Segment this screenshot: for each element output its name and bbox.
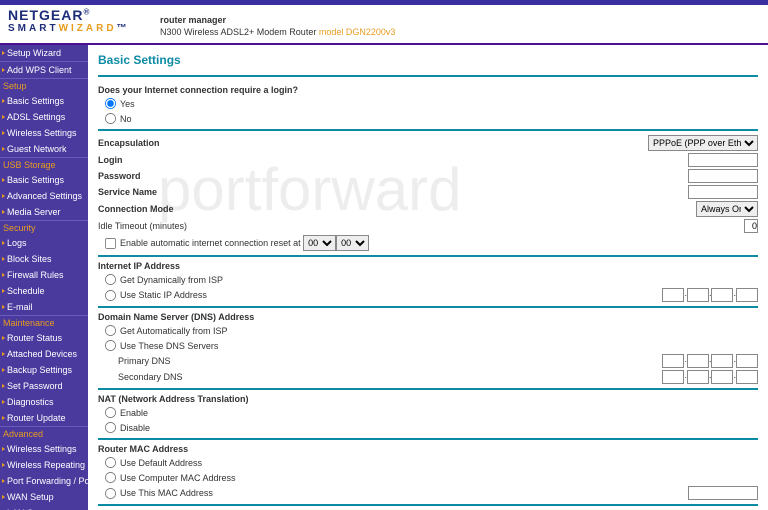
sidebar-item[interactable]: E-mail xyxy=(0,299,88,316)
login-question: Does your Internet connection require a … xyxy=(98,84,758,96)
sidebar-item[interactable]: Port Forwarding / Port Triggering xyxy=(0,473,88,489)
sidebar-item[interactable]: Backup Settings xyxy=(0,362,88,378)
dns-s-label: Secondary DNS xyxy=(118,372,662,382)
dnsp-c[interactable] xyxy=(711,354,733,368)
autoreset-label: Enable automatic internet connection res… xyxy=(120,238,301,248)
sidebar-item[interactable]: WAN Setup xyxy=(0,489,88,505)
login-label: Login xyxy=(98,155,688,165)
sidebar-item[interactable]: Wireless Settings xyxy=(0,441,88,457)
login-no-label: No xyxy=(120,114,132,124)
ip-d[interactable] xyxy=(736,288,758,302)
content: portforward Basic Settings Does your Int… xyxy=(88,45,768,510)
idle-label: Idle Timeout (minutes) xyxy=(98,221,744,231)
dns-p-label: Primary DNS xyxy=(118,356,662,366)
sidebar-category: Setup xyxy=(0,79,88,93)
login-no-radio[interactable] xyxy=(105,113,116,124)
connmode-select[interactable]: Always On xyxy=(696,201,758,217)
sidebar-item[interactable]: Schedule xyxy=(0,283,88,299)
sidebar-item[interactable]: Media Server xyxy=(0,204,88,221)
sidebar-item[interactable]: Attached Devices xyxy=(0,346,88,362)
dns-use-label: Use These DNS Servers xyxy=(120,341,218,351)
dnss-b[interactable] xyxy=(687,370,709,384)
sidebar: Setup WizardAdd WPS ClientSetupBasic Set… xyxy=(0,45,88,510)
dnsp-b[interactable] xyxy=(687,354,709,368)
ip-a[interactable] xyxy=(662,288,684,302)
dnss-c[interactable] xyxy=(711,370,733,384)
sidebar-category: Advanced xyxy=(0,427,88,441)
nat-disable-label: Disable xyxy=(120,423,150,433)
dns-use-radio[interactable] xyxy=(105,340,116,351)
sidebar-item[interactable]: Wireless Repeating Function xyxy=(0,457,88,473)
sidebar-category: Maintenance xyxy=(0,316,88,330)
sidebar-category: USB Storage xyxy=(0,158,88,172)
dns-auto-radio[interactable] xyxy=(105,325,116,336)
iip-static-label: Use Static IP Address xyxy=(120,290,662,300)
logo: NETGEAR® xyxy=(8,7,768,23)
header-title: router manager xyxy=(160,15,226,25)
sidebar-item[interactable]: Basic Settings xyxy=(0,93,88,109)
sidebar-item[interactable]: Add WPS Client xyxy=(0,62,88,79)
mac-this-label: Use This MAC Address xyxy=(120,488,688,498)
nat-header: NAT (Network Address Translation) xyxy=(98,393,758,405)
ip-b[interactable] xyxy=(687,288,709,302)
page-title: Basic Settings xyxy=(98,49,758,77)
sidebar-item[interactable]: Logs xyxy=(0,235,88,251)
sidebar-item[interactable]: Block Sites xyxy=(0,251,88,267)
encap-select[interactable]: PPPoE (PPP over Ethernet) xyxy=(648,135,758,151)
sidebar-item[interactable]: Firewall Rules xyxy=(0,267,88,283)
idle-input[interactable] xyxy=(744,219,758,233)
reset-h[interactable]: 00 xyxy=(303,235,336,251)
login-yes-label: Yes xyxy=(120,99,135,109)
dns-header: Domain Name Server (DNS) Address xyxy=(98,311,758,323)
nat-enable-radio[interactable] xyxy=(105,407,116,418)
header: NETGEAR® SMARTWIZARD™ router manager N30… xyxy=(0,5,768,45)
sidebar-item[interactable]: Router Update xyxy=(0,410,88,427)
sidebar-item[interactable]: LAN Setup xyxy=(0,505,88,510)
header-subtitle: N300 Wireless ADSL2+ Modem Router model … xyxy=(160,27,395,37)
autoreset-check[interactable] xyxy=(105,237,116,248)
iip-dyn-label: Get Dynamically from ISP xyxy=(120,275,223,285)
mac-def-radio[interactable] xyxy=(105,457,116,468)
password-label: Password xyxy=(98,171,688,181)
sidebar-item[interactable]: Router Status xyxy=(0,330,88,346)
encap-label: Encapsulation xyxy=(98,138,648,148)
login-input[interactable] xyxy=(688,153,758,167)
dnsp-d[interactable] xyxy=(736,354,758,368)
sidebar-item[interactable]: Diagnostics xyxy=(0,394,88,410)
nat-enable-label: Enable xyxy=(120,408,148,418)
dnss-a[interactable] xyxy=(662,370,684,384)
sidebar-item[interactable]: Set Password xyxy=(0,378,88,394)
nat-disable-radio[interactable] xyxy=(105,422,116,433)
mac-this-radio[interactable] xyxy=(105,487,116,498)
dnsp-a[interactable] xyxy=(662,354,684,368)
mac-input[interactable] xyxy=(688,486,758,500)
reset-m[interactable]: 00 xyxy=(336,235,369,251)
password-input[interactable] xyxy=(688,169,758,183)
connmode-label: Connection Mode xyxy=(98,204,696,214)
sidebar-category: Security xyxy=(0,221,88,235)
iip-dyn-radio[interactable] xyxy=(105,274,116,285)
mac-def-label: Use Default Address xyxy=(120,458,202,468)
login-yes-radio[interactable] xyxy=(105,98,116,109)
service-input[interactable] xyxy=(688,185,758,199)
mac-comp-label: Use Computer MAC Address xyxy=(120,473,236,483)
sidebar-item[interactable]: Wireless Settings xyxy=(0,125,88,141)
mac-comp-radio[interactable] xyxy=(105,472,116,483)
iip-static-radio[interactable] xyxy=(105,289,116,300)
sidebar-item[interactable]: Basic Settings xyxy=(0,172,88,188)
sidebar-item[interactable]: Advanced Settings xyxy=(0,188,88,204)
dnss-d[interactable] xyxy=(736,370,758,384)
mac-header: Router MAC Address xyxy=(98,443,758,455)
ip-c[interactable] xyxy=(711,288,733,302)
sidebar-item[interactable]: Guest Network xyxy=(0,141,88,158)
iip-header: Internet IP Address xyxy=(98,260,758,272)
sidebar-item[interactable]: Setup Wizard xyxy=(0,45,88,62)
dns-auto-label: Get Automatically from ISP xyxy=(120,326,228,336)
sidebar-item[interactable]: ADSL Settings xyxy=(0,109,88,125)
service-label: Service Name xyxy=(98,187,688,197)
